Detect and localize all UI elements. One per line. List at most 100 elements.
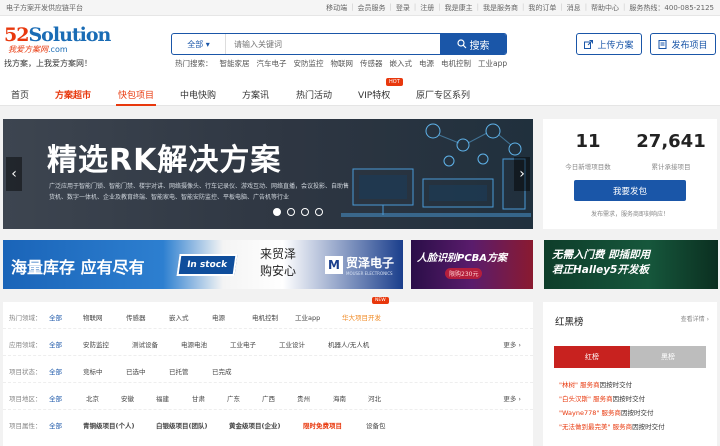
filter-option[interactable]: 白银级项目(团队) bbox=[156, 420, 207, 430]
owner-link[interactable]: 我是康主 bbox=[445, 3, 473, 13]
filter-option[interactable]: 限时免费项目 bbox=[303, 420, 342, 430]
list-item[interactable]: "林树" 服务商因按时交付 bbox=[559, 378, 665, 392]
filter-option[interactable]: 贵州 bbox=[297, 393, 310, 403]
register-link[interactable]: 注册 bbox=[420, 3, 434, 13]
publish-project-button[interactable]: 发布项目 bbox=[650, 33, 716, 55]
hot-keyword[interactable]: 传感器 bbox=[360, 58, 383, 69]
nav-vip[interactable]: VIP特权 bbox=[358, 88, 390, 101]
list-item[interactable]: "Wayne778" 服务商因按时交付 bbox=[559, 406, 665, 420]
in-stock-badge: In stock bbox=[176, 254, 238, 276]
filter-option[interactable]: 工业电子 bbox=[230, 339, 256, 349]
hot-keyword[interactable]: 电机控制 bbox=[441, 58, 471, 69]
nav-solution-market[interactable]: 方案超市 bbox=[55, 88, 91, 101]
filter-option[interactable]: 全部 bbox=[49, 312, 62, 322]
banner-dot[interactable] bbox=[287, 208, 295, 216]
filter-option[interactable]: 福建 bbox=[156, 393, 169, 403]
filter-option[interactable]: 全部 bbox=[49, 393, 62, 403]
panel-title: 红黑榜 bbox=[555, 317, 584, 328]
nav-hot-events[interactable]: 热门活动 bbox=[296, 88, 332, 101]
view-details-link[interactable]: 查看详情 › bbox=[681, 314, 709, 323]
filter-option[interactable]: 机器人/无人机 bbox=[328, 339, 369, 349]
mobile-link[interactable]: 移动端 bbox=[326, 3, 347, 13]
filter-option[interactable]: 传感器 bbox=[126, 312, 146, 322]
nav-home[interactable]: 首页 bbox=[11, 88, 29, 101]
search-category-select[interactable]: 全部 ▾ bbox=[172, 34, 226, 54]
filter-option[interactable]: 安徽 bbox=[121, 393, 134, 403]
filter-option[interactable]: 全部 bbox=[49, 339, 62, 349]
help-link[interactable]: 帮助中心 bbox=[591, 3, 619, 13]
filter-option[interactable]: 工业设计 bbox=[279, 339, 305, 349]
hot-keyword[interactable]: 汽车电子 bbox=[257, 58, 287, 69]
filter-option[interactable]: 广西 bbox=[262, 393, 275, 403]
site-logo[interactable]: 52Solution 我爱方案网.com 找方案，上我爱方案网！ bbox=[4, 26, 124, 70]
nav-solution-news[interactable]: 方案讯 bbox=[242, 88, 269, 101]
filter-option[interactable]: 设备包 bbox=[366, 420, 386, 430]
filter-option[interactable]: 黄金级项目(企业) bbox=[229, 420, 280, 430]
document-icon bbox=[658, 39, 667, 49]
face-recognition-ad[interactable]: 人脸识别PCBA方案 限购230元 bbox=[411, 240, 533, 289]
filter-option[interactable]: 华大项目开发 bbox=[342, 312, 381, 322]
filter-option[interactable]: 已完成 bbox=[212, 366, 232, 376]
filter-option[interactable]: 嵌入式 bbox=[169, 312, 189, 322]
filter-option[interactable]: 电源电池 bbox=[181, 339, 207, 349]
filter-option[interactable]: 河北 bbox=[368, 393, 381, 403]
banner-next-button[interactable]: › bbox=[514, 157, 530, 191]
publish-request-button[interactable]: 我要发包 bbox=[574, 180, 686, 201]
filter-option[interactable]: 北京 bbox=[86, 393, 99, 403]
search-button[interactable]: 搜索 bbox=[440, 34, 506, 54]
nav-quick-project[interactable]: 快包项目 bbox=[118, 88, 154, 101]
hot-keyword[interactable]: 电源 bbox=[419, 58, 434, 69]
upload-solution-button[interactable]: 上传方案 bbox=[576, 33, 642, 55]
banner-illustration bbox=[341, 123, 531, 217]
hot-keyword[interactable]: 安防监控 bbox=[294, 58, 324, 69]
filter-option[interactable]: 电源 bbox=[212, 312, 225, 322]
member-service-link[interactable]: 会员服务 bbox=[358, 3, 386, 13]
my-orders-link[interactable]: 我的订单 bbox=[528, 3, 556, 13]
filter-option[interactable]: 海南 bbox=[333, 393, 346, 403]
filter-option[interactable]: 竞标中 bbox=[83, 366, 103, 376]
banner-prev-button[interactable]: ‹ bbox=[6, 157, 22, 191]
new-projects-count: 11 bbox=[575, 131, 601, 152]
share-icon bbox=[584, 39, 594, 49]
filter-option[interactable]: 全部 bbox=[49, 420, 62, 430]
tab-red-list[interactable]: 红榜 bbox=[554, 346, 630, 368]
publish-note: 发布需求，服务商即刻响应！ bbox=[590, 211, 669, 218]
filter-row-hot-field: 热门领域： 全部 物联网 传感器 嵌入式 电源 电机控制 工业app 华大项目开… bbox=[3, 297, 533, 329]
banner-dot[interactable] bbox=[301, 208, 309, 216]
search-icon bbox=[456, 39, 466, 49]
messages-link[interactable]: 消息 bbox=[567, 3, 581, 13]
nav-quick-buy[interactable]: 中电快购 bbox=[180, 88, 216, 101]
filter-option[interactable]: 全部 bbox=[49, 366, 62, 376]
filter-option[interactable]: 测试设备 bbox=[132, 339, 158, 349]
hero-banner[interactable]: 精选RK解决方案 广泛应用于智能门锁、智能门禁、楼宇对讲、网络摄像头、行车记录仪… bbox=[3, 119, 533, 229]
new-projects-label: 今日新增项目数 bbox=[565, 163, 611, 171]
hot-keyword[interactable]: 工业app bbox=[478, 58, 507, 69]
provider-link[interactable]: 我是服务商 bbox=[483, 3, 518, 13]
filter-option[interactable]: 电机控制 bbox=[252, 312, 278, 322]
halley5-ad[interactable]: 无需入门费 即插即用 君正Halley5开发板 bbox=[544, 240, 718, 289]
nav-manufacturer-zone[interactable]: 原厂专区系列 bbox=[416, 88, 470, 101]
mouser-ad-banner[interactable]: 海量库存 应有尽有 In stock 来贸泽 购安心 M 贸泽电子 MOUSER E… bbox=[3, 240, 403, 289]
filter-option[interactable]: 安防监控 bbox=[83, 339, 109, 349]
platform-tagline: 电子方案开发供应链平台 bbox=[6, 4, 83, 12]
filter-row-application: 应用领域： 全部 安防监控 测试设备 电源电池 工业电子 工业设计 机器人/无人… bbox=[3, 329, 533, 356]
filter-more-button[interactable]: 更多 › bbox=[503, 393, 521, 403]
hot-keyword[interactable]: 智能家居 bbox=[220, 58, 250, 69]
filter-option[interactable]: 青铜级项目(个人) bbox=[83, 420, 134, 430]
list-item[interactable]: "白头汉斯" 服务商因按时交付 bbox=[559, 392, 665, 406]
list-item[interactable]: "无法做到最完美" 服务商因按时交付 bbox=[559, 420, 665, 434]
filter-option[interactable]: 物联网 bbox=[83, 312, 103, 322]
filter-option[interactable]: 工业app bbox=[295, 312, 320, 322]
hot-keyword[interactable]: 嵌入式 bbox=[390, 58, 413, 69]
filter-option[interactable]: 甘肃 bbox=[192, 393, 205, 403]
banner-dot[interactable] bbox=[273, 208, 281, 216]
hot-keyword[interactable]: 物联网 bbox=[331, 58, 354, 69]
search-input[interactable] bbox=[226, 34, 440, 54]
filter-option[interactable]: 已选中 bbox=[126, 366, 146, 376]
filter-option[interactable]: 已托管 bbox=[169, 366, 189, 376]
login-link[interactable]: 登录 bbox=[396, 3, 410, 13]
filter-option[interactable]: 广东 bbox=[227, 393, 240, 403]
filter-more-button[interactable]: 更多 › bbox=[503, 339, 521, 349]
banner-dot[interactable] bbox=[315, 208, 323, 216]
tab-black-list[interactable]: 黑榜 bbox=[630, 346, 706, 368]
